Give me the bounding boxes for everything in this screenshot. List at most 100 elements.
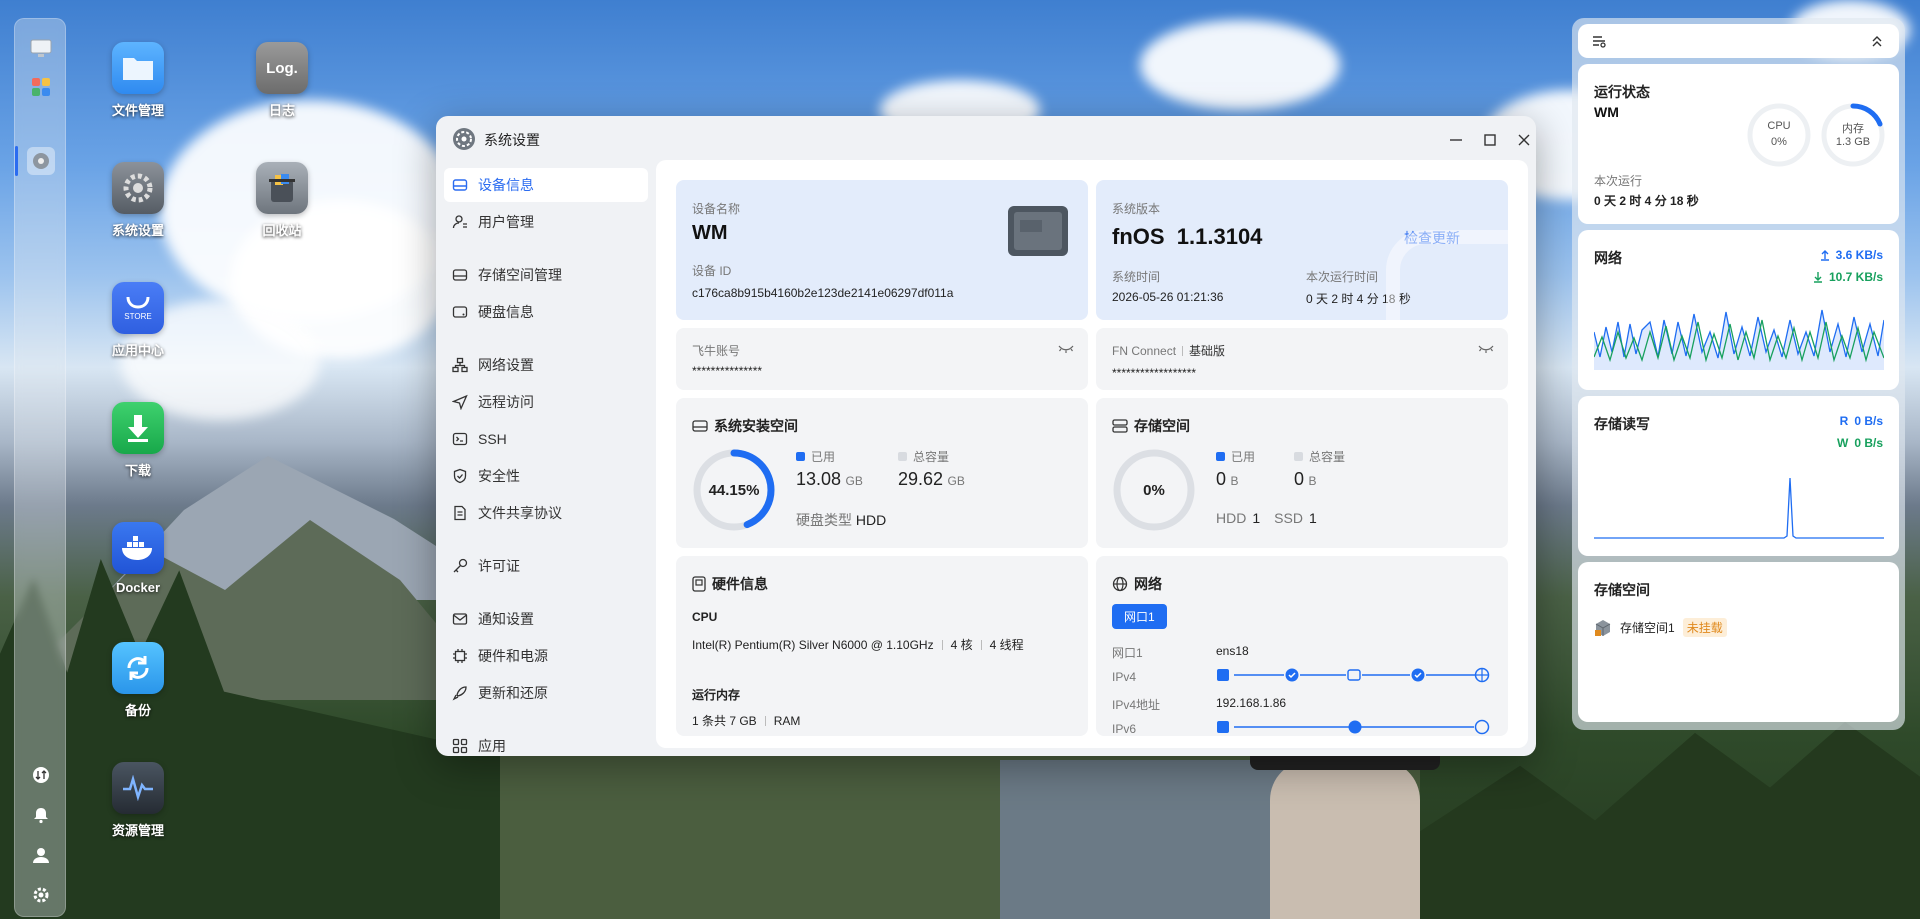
sidebar-item-label: 设备信息 xyxy=(478,177,534,193)
desktop-icon-label: 应用中心 xyxy=(111,343,164,358)
desktop-icon-label: 系统设置 xyxy=(111,223,164,238)
sidebar-item-notifications[interactable]: 通知设置 xyxy=(444,602,648,636)
user-icon[interactable] xyxy=(27,841,55,869)
bell-icon[interactable] xyxy=(27,801,55,829)
eye-closed-icon[interactable] xyxy=(1478,342,1494,360)
total-unit: GB xyxy=(947,474,965,488)
port-tab[interactable]: 网口1 xyxy=(1112,604,1167,629)
sidebar-item-license[interactable]: 许可证 xyxy=(444,549,648,583)
gear-icon[interactable] xyxy=(27,881,55,909)
disk-count-row: HDD 1 SSD 1 xyxy=(1216,510,1317,526)
sidebar-item-apps[interactable]: 应用 xyxy=(444,729,648,756)
disk-io-title: 存储读写 xyxy=(1594,416,1650,432)
sidebar-item-hardware-power[interactable]: 硬件和电源 xyxy=(444,639,648,673)
memory-summary: 1 条共 7 GB xyxy=(692,714,757,728)
desktop-icon-settings[interactable]: 系统设置 xyxy=(88,162,188,239)
desktop-icon-app-center[interactable]: STORE 应用中心 xyxy=(88,282,188,359)
terminal-icon xyxy=(452,432,468,446)
disk-io-sparkline xyxy=(1594,477,1884,539)
unmounted-badge: 未挂载 xyxy=(1682,618,1727,637)
status-widget: 运行状态 WM 本次运行 0 天 2 时 4 分 18 秒 CPU 0% 内存 … xyxy=(1578,64,1899,224)
minimize-button[interactable] xyxy=(1442,126,1470,154)
status-host: WM xyxy=(1594,104,1619,120)
send-icon xyxy=(452,394,468,410)
download-rate: 10.7 KB/s xyxy=(1828,270,1883,284)
version-label: 系统版本 xyxy=(1112,202,1161,216)
widget-settings-icon[interactable] xyxy=(1592,34,1606,53)
used-unit: GB xyxy=(845,474,863,488)
total-label: 总容量 xyxy=(913,450,950,464)
settings-sidebar: 设备信息 用户管理 存储空间管理 硬盘信息 网络设置 远程访问 SSH 安全性 xyxy=(444,168,648,754)
eye-closed-icon[interactable] xyxy=(1058,342,1074,360)
desktop-icon-resource-monitor[interactable]: 资源管理 xyxy=(88,762,188,839)
sidebar-item-device-info[interactable]: 设备信息 xyxy=(444,168,648,202)
network-widget-title: 网络 xyxy=(1594,250,1622,266)
sidebar-item-users[interactable]: 用户管理 xyxy=(444,205,648,239)
desktop-icon-docker[interactable]: Docker xyxy=(88,522,188,595)
fnconnect-label: FN Connect xyxy=(1112,343,1177,358)
desktop-icon-trash[interactable]: 回收站 xyxy=(232,162,332,239)
sidebar-item-disks[interactable]: 硬盘信息 xyxy=(444,295,648,329)
total-legend-swatch xyxy=(1294,452,1303,461)
sidebar-item-ssh[interactable]: SSH xyxy=(444,422,648,456)
storage-pool-row[interactable]: 存储空间1 未挂载 xyxy=(1594,618,1727,637)
sidebar-item-update-restore[interactable]: 更新和还原 xyxy=(444,676,648,710)
storage-total-label: 总容量 xyxy=(1309,450,1346,464)
disk-type-row: 硬盘类型 HDD xyxy=(796,510,886,530)
total-block: 总容量 29.62 GB xyxy=(898,448,965,490)
key-icon xyxy=(453,558,468,573)
memory-gauge-label: 内存 xyxy=(1842,123,1864,135)
rocket-icon xyxy=(452,686,467,701)
sidebar-item-label: 硬件和电源 xyxy=(478,648,548,664)
cpu-label: CPU xyxy=(692,610,718,624)
maximize-button[interactable] xyxy=(1476,126,1504,154)
used-value: 13.08 xyxy=(796,469,842,489)
fnconnect-card: FN Connect 基础版 ****************** xyxy=(1096,328,1508,390)
sidebar-item-label: 远程访问 xyxy=(478,394,534,410)
write-label: W xyxy=(1836,436,1849,450)
cpu-gauge-value: 0% xyxy=(1771,136,1787,148)
upload-arrow-icon xyxy=(1820,250,1829,261)
sidebar-item-storage[interactable]: 存储空间管理 xyxy=(444,258,648,292)
transfer-icon[interactable] xyxy=(27,761,55,789)
desktop-icon-label: 备份 xyxy=(124,703,151,718)
desktop-icon-backup[interactable]: 备份 xyxy=(88,642,188,719)
close-button[interactable] xyxy=(1510,126,1536,154)
collapse-up-icon[interactable] xyxy=(1870,34,1884,53)
app-grid-icon[interactable] xyxy=(27,73,55,101)
status-title: 运行状态 xyxy=(1594,84,1650,100)
device-name-label: 设备名称 xyxy=(692,202,741,216)
store-icon: STORE xyxy=(112,282,164,334)
version-card: 系统版本 fnOS 1.1.3104 检查更新 系统时间 2026-05-26 … xyxy=(1096,180,1508,320)
monitor-icon[interactable] xyxy=(27,35,55,63)
log-tile-text: Log. xyxy=(266,59,298,77)
drive-icon xyxy=(692,420,708,432)
disk-io-widget: 存储读写 R 0 B/s W 0 B/s xyxy=(1578,396,1899,556)
sidebar-item-file-sharing[interactable]: 文件共享协议 xyxy=(444,496,648,530)
used-label: 已用 xyxy=(811,450,836,464)
desktop-icon-label: 回收站 xyxy=(262,223,302,238)
network-sparkline xyxy=(1594,309,1884,370)
dock xyxy=(14,18,66,917)
total-legend-swatch xyxy=(898,452,907,461)
network-icon xyxy=(452,357,468,373)
network-card: 网络 网口1 网口1 ens18 IPv4 IPv4地址 192.168.1.8… xyxy=(1096,556,1508,736)
desktop-icon-files[interactable]: 文件管理 xyxy=(88,42,188,119)
memory-label: 运行内存 xyxy=(692,688,741,702)
sidebar-item-label: 应用 xyxy=(478,738,506,754)
write-rate-row: W 0 B/s xyxy=(1837,436,1883,450)
settings-app-icon[interactable] xyxy=(27,147,55,175)
read-rate: 0 B/s xyxy=(1854,414,1883,428)
ssd-count: 1 xyxy=(1308,510,1317,526)
cpu-model: Intel(R) Pentium(R) Silver N6000 @ 1.10G… xyxy=(692,637,934,652)
used-block: 已用 13.08 GB xyxy=(796,448,863,490)
desktop-icon-label: 资源管理 xyxy=(111,823,164,838)
desktop-icon-log[interactable]: Log. 日志 xyxy=(232,42,332,119)
sidebar-item-security[interactable]: 安全性 xyxy=(444,459,648,493)
sidebar-item-network[interactable]: 网络设置 xyxy=(444,348,648,382)
sidebar-item-remote[interactable]: 远程访问 xyxy=(444,385,648,419)
disk-type: HDD xyxy=(855,512,887,528)
desktop-icon-download[interactable]: 下载 xyxy=(88,402,188,479)
account-value: *************** xyxy=(692,364,763,378)
chip-icon xyxy=(453,649,467,663)
